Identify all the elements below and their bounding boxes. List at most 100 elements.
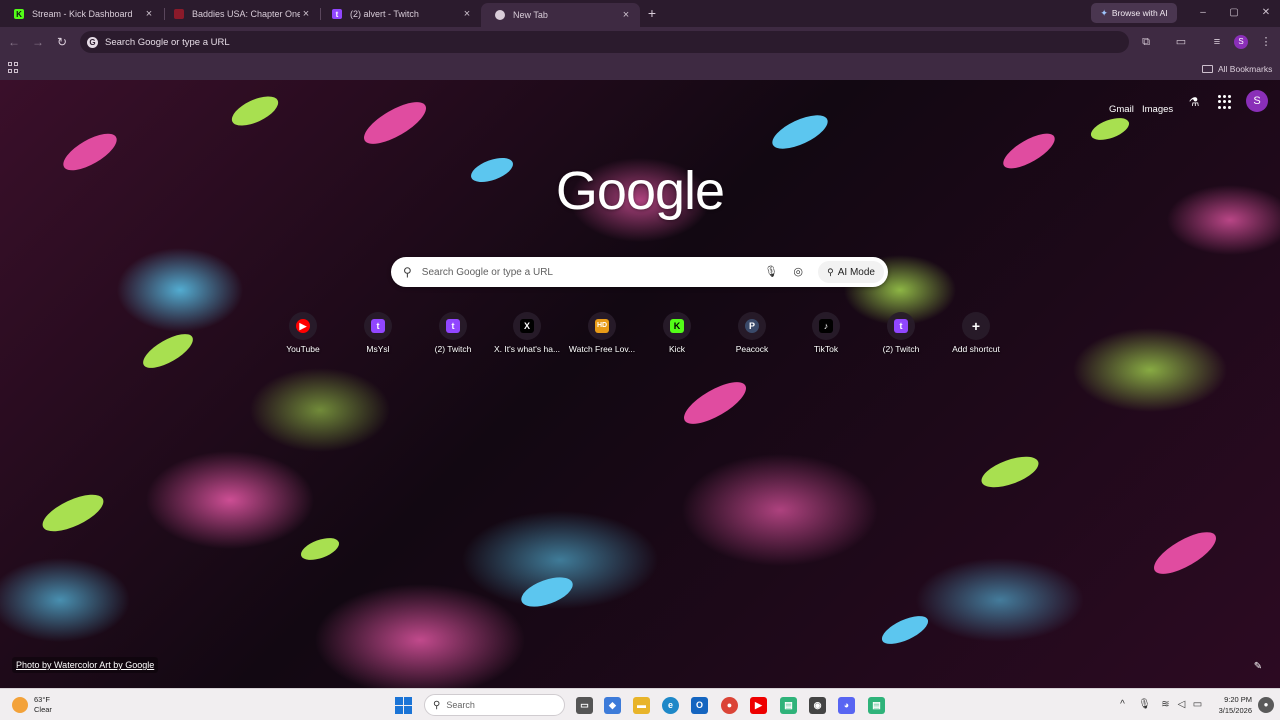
all-bookmarks-button[interactable]: All Bookmarks [1202,61,1272,76]
labs-flask-icon[interactable]: ⚗ [1187,95,1201,109]
discord-icon[interactable]: ◕ [838,697,855,714]
twitch-icon: t [446,319,460,333]
volume-icon[interactable]: ◁ [1175,698,1188,711]
folder-icon [1202,64,1213,73]
weather-widget[interactable]: 63°F Clear [12,693,52,717]
search-box[interactable]: ⚲ 🎙 ◎ ⚲ AI Mode [391,257,888,287]
shortcut-kick[interactable]: K Kick [640,312,714,368]
peacock-icon: P [745,319,759,333]
apps-icon[interactable] [8,62,20,74]
gmail-link[interactable]: Gmail [1109,100,1134,120]
microphone-icon[interactable]: 🎙 [764,265,778,279]
ai-mode-label: AI Mode [837,266,875,278]
media-controls-icon[interactable]: ≡ [1210,35,1224,49]
forward-icon[interactable]: → [30,34,46,50]
paint-splat [1148,524,1222,582]
tab-baddies-usa[interactable]: Baddies USA: Chapter One Epis × [160,3,320,25]
account-avatar[interactable]: S [1246,90,1268,112]
shortcuts-grid: ▶ YouTube t MsYsl t (2) Twitch X X. It's… [266,312,1016,372]
shortcut-youtube[interactable]: ▶ YouTube [266,312,340,368]
windows-start-icon[interactable] [395,697,412,714]
outlook-icon[interactable]: O [691,697,708,714]
file-explorer-icon[interactable]: ▬ [633,697,650,714]
microphone-icon[interactable]: 🎙 [1138,698,1151,711]
show-hidden-icons-icon[interactable]: ^ [1116,698,1129,711]
cast-icon[interactable]: ▭ [1174,35,1188,49]
paint-splat [138,327,198,375]
taskbar-search[interactable]: ⚲ Search [424,694,565,716]
kick-icon: K [670,319,684,333]
clock-time: 9:20 PM [1224,695,1252,704]
bookmarks-bar: All Bookmarks [0,57,1280,80]
google-apps-icon[interactable] [1218,95,1232,109]
window-close-icon[interactable]: ✕ [1259,6,1273,20]
search-input[interactable] [421,266,765,278]
back-icon[interactable]: ← [6,34,22,50]
shortcut-label: Peacock [735,344,769,354]
paint-splat [58,126,122,178]
shortcut-peacock[interactable]: P Peacock [715,312,789,368]
shortcut-msysl[interactable]: t MsYsl [341,312,415,368]
close-icon[interactable]: × [620,9,632,21]
shortcut-label: MsYsl [366,344,390,354]
twitch-icon: t [371,319,385,333]
google-lens-icon[interactable]: ◎ [791,265,805,279]
ai-mode-button[interactable]: ⚲ AI Mode [818,261,884,283]
wifi-icon[interactable]: ≋ [1159,698,1172,711]
system-clock[interactable]: 9:20 PM 3/15/2026 [1208,694,1252,716]
green-app-icon-2[interactable]: ▤ [868,697,885,714]
tab-twitch-alvert[interactable]: t (2) alvert - Twitch × [318,3,481,25]
green-app-icon[interactable]: ▤ [780,697,797,714]
task-view-icon[interactable]: ▭ [576,697,593,714]
obs-icon[interactable]: ◉ [809,697,826,714]
copilot-icon[interactable]: ◆ [604,697,621,714]
ai-search-icon: ⚲ [827,266,834,277]
images-link[interactable]: Images [1142,100,1173,120]
profile-avatar[interactable]: S [1234,35,1248,49]
shortcut-label: Kick [668,344,686,354]
shortcut-twitch-2[interactable]: t (2) Twitch [864,312,938,368]
close-icon[interactable]: × [143,8,155,20]
new-tab-button[interactable]: + [644,6,660,22]
customize-pencil-icon[interactable]: ✎ [1252,661,1264,673]
menu-icon[interactable]: ⋮ [1259,35,1273,49]
paint-splat [227,90,283,132]
minimize-icon[interactable]: – [1196,6,1210,20]
shortcut-tiktok[interactable]: ♪ TikTok [789,312,863,368]
extensions-icon[interactable]: ⧉ [1139,35,1153,49]
twitch-icon: t [894,319,908,333]
maximize-icon[interactable]: ▢ [1227,6,1241,20]
search-icon: ⚲ [403,265,412,279]
shortcut-label: Add shortcut [952,344,1000,354]
notification-icon[interactable]: ● [1258,697,1274,713]
shortcut-x[interactable]: X X. It's what's ha... [490,312,564,368]
search-icon: ⚲ [433,699,441,711]
x-icon: X [520,319,534,333]
tab-new-tab[interactable]: New Tab × [481,3,640,27]
chrome-icon[interactable]: ● [721,697,738,714]
weather-sun-icon [12,697,28,713]
shortcut-watch-free[interactable]: HD Watch Free Lov... [565,312,639,368]
sparkle-icon: ✦ [1100,7,1108,18]
shortcut-label: YouTube [286,344,320,354]
battery-icon[interactable]: ▭ [1191,698,1204,711]
address-bar-text: Search Google or type a URL [105,36,230,48]
kick-icon: K [14,9,24,19]
browse-with-ai-button[interactable]: ✦ Browse with AI [1091,3,1177,23]
reload-icon[interactable]: ↻ [54,34,70,50]
clock-date: 3/15/2026 [1218,706,1252,715]
address-bar[interactable]: G Search Google or type a URL [80,31,1129,53]
tab-kick-dashboard[interactable]: K Stream - Kick Dashboard × [0,3,163,25]
hd-icon: HD [595,319,609,333]
paint-splat [998,126,1060,176]
shortcut-label: Watch Free Lov... [568,344,636,354]
add-shortcut-button[interactable]: + Add shortcut [939,312,1013,368]
edge-icon[interactable]: e [662,697,679,714]
shortcut-twitch[interactable]: t (2) Twitch [416,312,490,368]
paint-splat [358,94,432,152]
tab-strip: K Stream - Kick Dashboard × Baddies USA:… [0,0,1280,27]
youtube-icon[interactable]: ▶ [750,697,767,714]
background-credit-link[interactable]: Photo by Watercolor Art by Google [12,657,159,673]
close-icon[interactable]: × [461,8,473,20]
close-icon[interactable]: × [300,8,312,20]
